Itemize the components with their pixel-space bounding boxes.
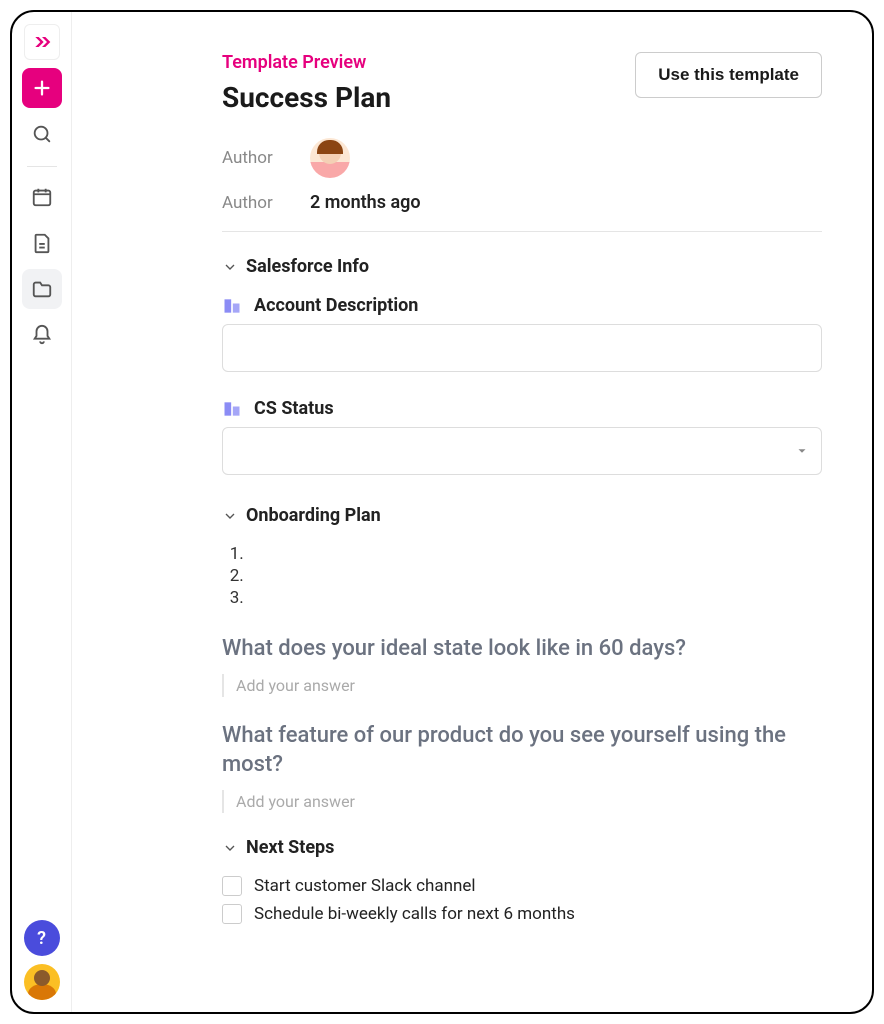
divider bbox=[222, 231, 822, 232]
section-title: Onboarding Plan bbox=[246, 505, 381, 526]
search-button[interactable] bbox=[22, 114, 62, 154]
document-button[interactable] bbox=[22, 223, 62, 263]
user-avatar[interactable] bbox=[24, 964, 60, 1000]
calendar-icon bbox=[31, 186, 53, 208]
calendar-button[interactable] bbox=[22, 177, 62, 217]
question-text: What feature of our product do you see y… bbox=[222, 721, 822, 780]
checklist-item: Schedule bi-weekly calls for next 6 mont… bbox=[222, 904, 822, 924]
chevron-down-icon bbox=[222, 508, 238, 524]
app-window: ? Template Preview Success Plan Use this… bbox=[10, 10, 874, 1014]
answer-input[interactable]: Add your answer bbox=[222, 790, 822, 813]
sidebar: ? bbox=[12, 12, 72, 1012]
folder-button[interactable] bbox=[22, 269, 62, 309]
author-label: Author bbox=[222, 148, 282, 168]
checkbox[interactable] bbox=[222, 904, 242, 924]
folder-icon bbox=[31, 278, 53, 300]
document-icon bbox=[31, 232, 53, 254]
question-text: What does your ideal state look like in … bbox=[222, 634, 822, 664]
help-icon: ? bbox=[37, 928, 46, 949]
section-toggle-next-steps[interactable]: Next Steps bbox=[222, 837, 822, 858]
building-icon bbox=[222, 296, 242, 316]
main-content: Template Preview Success Plan Use this t… bbox=[72, 12, 872, 1012]
page-title: Success Plan bbox=[222, 81, 391, 114]
use-template-button[interactable]: Use this template bbox=[635, 52, 822, 98]
account-description-input[interactable] bbox=[222, 324, 822, 372]
search-icon bbox=[31, 123, 53, 145]
breadcrumb: Template Preview bbox=[222, 52, 391, 73]
checklist-item: Start customer Slack channel bbox=[222, 876, 822, 896]
list-item[interactable] bbox=[248, 588, 822, 610]
updated-row: Author 2 months ago bbox=[222, 192, 822, 213]
author-avatar[interactable] bbox=[310, 138, 350, 178]
section-title: Salesforce Info bbox=[246, 256, 369, 277]
help-button[interactable]: ? bbox=[24, 920, 60, 956]
building-icon bbox=[222, 399, 242, 419]
logo-icon bbox=[32, 32, 52, 52]
sidebar-divider bbox=[27, 166, 57, 167]
updated-value: 2 months ago bbox=[310, 192, 421, 213]
add-button[interactable] bbox=[22, 68, 62, 108]
author-row: Author bbox=[222, 138, 822, 178]
chevron-down-icon bbox=[222, 840, 238, 856]
app-logo[interactable] bbox=[24, 24, 60, 60]
section-title: Next Steps bbox=[246, 837, 334, 858]
onboarding-steps-list[interactable] bbox=[222, 544, 822, 610]
chevron-down-icon bbox=[222, 259, 238, 275]
section-toggle-salesforce[interactable]: Salesforce Info bbox=[222, 256, 822, 277]
plus-icon bbox=[31, 77, 53, 99]
field-label: CS Status bbox=[254, 398, 334, 419]
updated-label: Author bbox=[222, 193, 282, 213]
checklist-label: Start customer Slack channel bbox=[254, 876, 476, 896]
list-item[interactable] bbox=[248, 544, 822, 566]
answer-input[interactable]: Add your answer bbox=[222, 674, 822, 697]
caret-down-icon bbox=[795, 444, 809, 458]
cs-status-select[interactable] bbox=[222, 427, 822, 475]
checkbox[interactable] bbox=[222, 876, 242, 896]
notifications-button[interactable] bbox=[22, 315, 62, 355]
list-item[interactable] bbox=[248, 566, 822, 588]
field-label: Account Description bbox=[254, 295, 418, 316]
bell-icon bbox=[31, 324, 53, 346]
checklist-label: Schedule bi-weekly calls for next 6 mont… bbox=[254, 904, 575, 924]
section-toggle-onboarding[interactable]: Onboarding Plan bbox=[222, 505, 822, 526]
